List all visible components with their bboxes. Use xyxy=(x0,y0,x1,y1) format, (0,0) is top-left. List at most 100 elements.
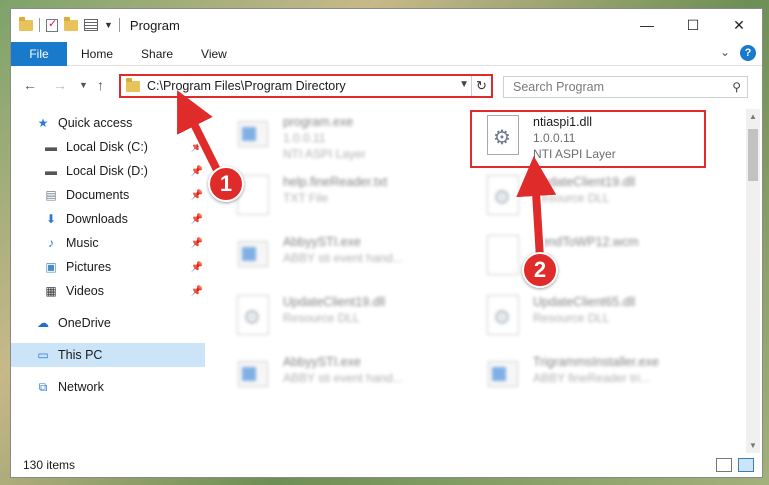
sidebar-item-documents[interactable]: ▤ Documents 📌 xyxy=(11,183,205,207)
videos-icon: ▦ xyxy=(45,284,57,298)
sidebar-item-quick-access[interactable]: ★ Quick access xyxy=(11,111,205,135)
chevron-down-icon[interactable]: ▼ xyxy=(459,79,469,90)
toolbar-separator xyxy=(39,18,40,32)
pin-icon[interactable]: 📌 xyxy=(191,142,203,153)
sidebar-item-local-disk-c[interactable]: ▬ Local Disk (C:) 📌 xyxy=(11,135,205,159)
gear-icon: ⚙ xyxy=(493,187,511,209)
file-name: help.fineReader.txt xyxy=(283,175,388,189)
ribbon-right-controls: ⌄ ? xyxy=(720,45,756,61)
file-item[interactable]: program.exe 1.0.0.11 NTI ASPI Layer xyxy=(233,111,473,167)
address-bar[interactable]: C:\Program Files\Program Directory ▼ ↻ xyxy=(119,74,493,98)
sidebar-item-downloads[interactable]: ⬇ Downloads 📌 xyxy=(11,207,205,231)
maximize-button[interactable]: ☐ xyxy=(670,9,716,41)
sidebar-item-this-pc[interactable]: ▭ This PC xyxy=(11,343,205,367)
navigation-pane: ★ Quick access ▬ Local Disk (C:) 📌 ▬ Loc… xyxy=(11,109,207,449)
file-highlight-box xyxy=(470,110,706,168)
file-item[interactable]: SendToWP12.wcm File xyxy=(483,231,723,287)
file-item[interactable]: ⚙ UpdateClient19.dll Resource DLL xyxy=(483,171,723,227)
large-icons-view-icon[interactable] xyxy=(738,458,754,472)
properties-check-icon[interactable] xyxy=(46,17,58,32)
scroll-up-icon[interactable]: ▲ xyxy=(746,112,760,121)
sidebar-item-pictures[interactable]: ▣ Pictures 📌 xyxy=(11,255,205,279)
file-version: 1.0.0.11 xyxy=(283,131,326,145)
file-name: SendToWP12.wcm xyxy=(533,235,639,249)
close-button[interactable]: ✕ xyxy=(716,9,762,41)
sidebar-item-label: Documents xyxy=(66,188,130,202)
txt-file-icon xyxy=(483,231,523,279)
customize-toolbar-arrow-icon[interactable]: ▼ xyxy=(104,20,113,30)
search-placeholder: Search Program xyxy=(513,80,605,94)
star-icon: ★ xyxy=(37,116,49,130)
quick-access-toolbar: ▼ xyxy=(11,16,120,32)
forward-arrow-icon[interactable]: → xyxy=(53,77,67,93)
sidebar-item-label: OneDrive xyxy=(58,316,111,330)
window-controls: — ☐ ✕ xyxy=(624,9,762,41)
search-input[interactable]: Search Program ⚲ xyxy=(503,76,748,98)
folder-icon xyxy=(126,77,140,92)
explorer-window: ▼ Program — ☐ ✕ File Home Share View ⌄ ?… xyxy=(10,8,763,478)
pin-icon[interactable]: 📌 xyxy=(191,238,203,249)
expand-ribbon-icon[interactable]: ⌄ xyxy=(720,45,730,61)
status-bar: 130 items xyxy=(11,453,762,477)
file-name: UpdateClient19.dll xyxy=(283,295,386,309)
exe-file-icon xyxy=(233,351,273,399)
sidebar-item-local-disk-d[interactable]: ▬ Local Disk (D:) 📌 xyxy=(11,159,205,183)
window-title: Program xyxy=(129,17,180,33)
documents-icon: ▤ xyxy=(45,188,57,202)
file-name: UpdateClient19.dll xyxy=(533,175,636,189)
file-type: Resource DLL xyxy=(283,311,360,325)
pin-icon[interactable]: 📌 xyxy=(191,190,203,201)
scrollbar-thumb[interactable] xyxy=(748,129,758,181)
scroll-down-icon[interactable]: ▼ xyxy=(746,441,760,450)
exe-file-icon xyxy=(233,231,273,279)
sidebar-item-music[interactable]: ♪ Music 📌 xyxy=(11,231,205,255)
tab-file[interactable]: File xyxy=(11,41,67,66)
tab-home[interactable]: Home xyxy=(67,47,127,61)
dll-file-icon: ⚙ xyxy=(233,291,273,339)
exe-file-icon xyxy=(233,111,273,159)
sidebar-item-label: Network xyxy=(58,380,104,394)
item-count: 130 items xyxy=(23,458,76,472)
step-callout-2: 2 xyxy=(522,252,558,288)
step-callout-1: 1 xyxy=(208,166,244,202)
file-item[interactable]: AbbyySTI.exe ABBY sti event hand... xyxy=(233,231,473,287)
details-view-icon[interactable] xyxy=(716,458,732,472)
tab-share[interactable]: Share xyxy=(127,47,187,61)
title-bar: ▼ Program — ☐ ✕ xyxy=(11,9,762,41)
network-icon: ⧉ xyxy=(38,379,48,394)
pin-icon[interactable]: 📌 xyxy=(191,214,203,225)
back-arrow-icon[interactable]: ← xyxy=(23,77,37,93)
sidebar-item-network[interactable]: ⧉ Network xyxy=(11,375,205,399)
new-folder-icon[interactable] xyxy=(64,16,78,31)
pin-icon[interactable]: 📌 xyxy=(191,262,203,273)
help-icon[interactable]: ? xyxy=(740,45,756,61)
tab-view[interactable]: View xyxy=(187,47,241,61)
address-path[interactable]: C:\Program Files\Program Directory xyxy=(147,79,346,93)
refresh-icon[interactable]: ↻ xyxy=(471,76,491,96)
recent-locations-icon[interactable]: ▼ xyxy=(79,80,88,90)
folder-icon[interactable] xyxy=(19,16,33,31)
file-item[interactable]: ⚙ UpdateClient19.dll Resource DLL xyxy=(233,291,473,347)
properties-icon[interactable] xyxy=(84,19,98,31)
minimize-button[interactable]: — xyxy=(624,9,670,41)
vertical-scrollbar[interactable]: ▲ ▼ xyxy=(746,109,760,453)
cloud-icon: ☁ xyxy=(37,316,49,330)
sidebar-item-videos[interactable]: ▦ Videos 📌 xyxy=(11,279,205,303)
file-type: Resource DLL xyxy=(533,311,610,325)
file-item[interactable]: ⚙ UpdateClient65.dll Resource DLL xyxy=(483,291,723,347)
pin-icon[interactable]: 📌 xyxy=(191,286,203,297)
sidebar-item-label: Local Disk (C:) xyxy=(66,140,148,154)
file-item[interactable]: AbbyySTI.exe ABBY sti event hand... xyxy=(233,351,473,407)
file-item[interactable]: help.fineReader.txt TXT File xyxy=(233,171,473,227)
sidebar-item-onedrive[interactable]: ☁ OneDrive xyxy=(11,311,205,335)
gear-icon: ⚙ xyxy=(243,307,261,329)
sidebar-item-label: Pictures xyxy=(66,260,112,274)
up-arrow-icon[interactable]: ↑ xyxy=(97,77,104,93)
file-item[interactable]: TrigrammsInstaller.exe ABBY fineReader t… xyxy=(483,351,723,407)
search-icon[interactable]: ⚲ xyxy=(732,80,741,94)
ribbon-tabs: File Home Share View ⌄ ? xyxy=(11,41,762,66)
sidebar-item-label: This PC xyxy=(58,348,103,362)
file-name: AbbyySTI.exe xyxy=(283,355,361,369)
exe-file-icon xyxy=(483,351,523,399)
pin-icon[interactable]: 📌 xyxy=(191,166,203,177)
